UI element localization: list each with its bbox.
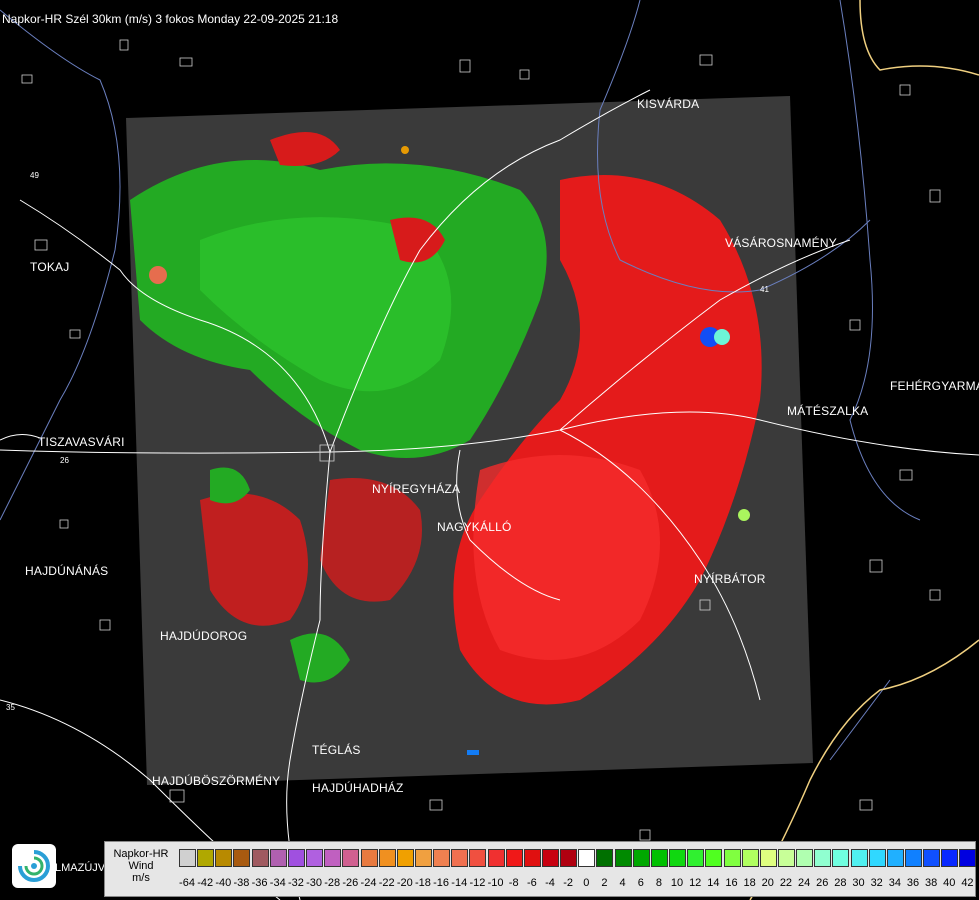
road-26-label: 26 xyxy=(60,456,69,465)
city-label-hajduboszormeny: HAJDÚBÖSZÖRMÉNY xyxy=(152,774,281,788)
city-label-hajdunanas: HAJDÚNÁNÁS xyxy=(25,564,109,578)
legend-swatch xyxy=(759,849,777,867)
legend-swatch xyxy=(542,849,559,867)
legend-swatch xyxy=(796,849,814,867)
legend-swatch xyxy=(197,849,215,867)
legend-swatch xyxy=(396,849,414,867)
road-35-label: 35 xyxy=(6,703,15,712)
city-label-fehergyarmat: FEHÉRGYARMA xyxy=(890,379,979,393)
legend-swatch xyxy=(414,849,432,867)
legend-swatch xyxy=(868,849,886,867)
map-title: Napkor-HR Szél 30km (m/s) 3 fokos Monday… xyxy=(2,12,339,26)
legend-swatch xyxy=(179,849,196,867)
legend-swatch xyxy=(469,849,487,867)
road-49-label: 49 xyxy=(30,171,39,180)
legend-swatch xyxy=(650,849,668,867)
road-41-label: 41 xyxy=(760,285,769,294)
city-label-tiszavasvari: TISZAVASVÁRI xyxy=(38,435,125,449)
legend-swatch xyxy=(669,849,687,867)
legend: Napkor-HR Wind m/s -64 -42 -40 -38 -36 -34 -32… xyxy=(104,841,977,897)
city-label-tokaj: TOKAJ xyxy=(30,260,70,274)
legend-swatch xyxy=(705,849,723,867)
city-label-nyiregyhaza: NYÍREGYHÁZA xyxy=(372,482,461,496)
legend-swatch xyxy=(923,849,941,867)
legend-swatch xyxy=(814,849,832,867)
legend-swatch xyxy=(505,849,523,867)
legend-swatch xyxy=(560,849,578,867)
legend-swatch xyxy=(832,849,850,867)
city-label-nyirbator: NYÍRBÁTOR xyxy=(694,572,766,586)
city-label-hajduhadhaz: HAJDÚHADHÁZ xyxy=(312,781,404,795)
legend-swatch xyxy=(614,849,632,867)
legend-swatch xyxy=(687,849,705,867)
legend-swatch xyxy=(324,849,342,867)
legend-label: Napkor-HR Wind m/s xyxy=(105,842,177,896)
city-label-teglas: TÉGLÁS xyxy=(312,743,361,757)
city-label-kisvarda: KISVÁRDA xyxy=(637,97,700,111)
legend-swatch xyxy=(723,849,741,867)
legend-swatch xyxy=(378,849,396,867)
legend-swatch xyxy=(451,849,469,867)
legend-swatch xyxy=(596,849,614,867)
legend-swatch xyxy=(905,849,922,867)
legend-swatch xyxy=(269,849,287,867)
legend-label-line-1: Napkor-HR xyxy=(113,848,169,860)
legend-swatch xyxy=(433,849,451,867)
legend-swatch xyxy=(360,849,378,867)
legend-tick-label: 42 xyxy=(961,877,974,889)
napkor-logo-icon xyxy=(12,844,56,888)
legend-label-line-3: m/s xyxy=(132,872,150,884)
legend-swatch xyxy=(578,849,596,867)
legend-swatch xyxy=(487,849,505,867)
legend-swatch xyxy=(287,849,305,867)
legend-swatch xyxy=(523,849,541,867)
legend-swatch xyxy=(251,849,269,867)
radar-map: 26 35 41 49 xyxy=(0,0,979,900)
legend-label-line-2: Wind xyxy=(128,860,154,872)
legend-swatch xyxy=(886,849,904,867)
legend-swatch xyxy=(215,849,233,867)
legend-swatch xyxy=(741,849,759,867)
legend-swatch xyxy=(959,849,977,867)
legend-swatch xyxy=(233,849,251,867)
legend-swatch xyxy=(777,849,795,867)
legend-swatch xyxy=(342,849,360,867)
legend-swatch xyxy=(632,849,650,867)
city-label-mateszalka: MÁTÉSZALKA xyxy=(787,404,869,418)
city-label-hajdudorog: HAJDÚDOROG xyxy=(160,629,248,643)
city-label-nagykallo: NAGYKÁLLÓ xyxy=(437,520,512,534)
legend-swatch xyxy=(306,849,324,867)
legend-swatch xyxy=(850,849,868,867)
legend-swatch xyxy=(941,849,959,867)
city-label-vasarosnameny: VÁSÁROSNAMÉNY xyxy=(725,236,837,250)
